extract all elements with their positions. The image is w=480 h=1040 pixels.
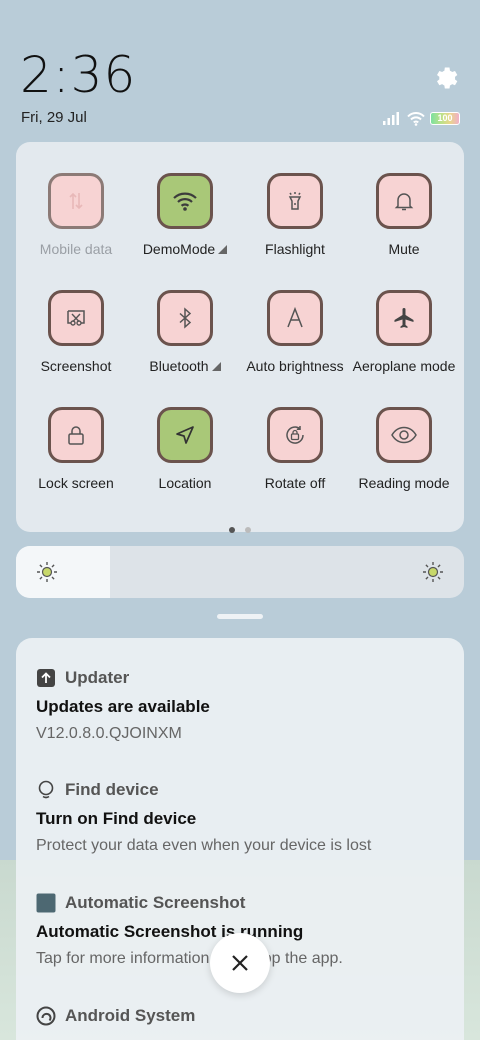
tile-bluetooth[interactable]: Bluetooth <box>130 290 240 374</box>
tile-label: Lock screen <box>38 475 114 491</box>
brightness-low-icon <box>37 562 57 582</box>
tile-rotate-off[interactable]: Rotate off <box>240 407 350 491</box>
lock-icon <box>68 426 84 445</box>
status-icons: 100 <box>382 110 460 126</box>
tile-location[interactable]: Location <box>130 407 240 491</box>
location-arrow-icon <box>176 426 194 444</box>
tile-button[interactable] <box>267 173 323 229</box>
tile-label: Aeroplane mode <box>352 358 456 374</box>
brightness-slider[interactable] <box>16 546 464 598</box>
notification-title: Updates are available <box>36 697 210 716</box>
tile-label: Location <box>158 475 212 491</box>
tile-label: Bluetooth <box>130 358 240 374</box>
wifi-icon <box>173 192 197 211</box>
expand-triangle-icon <box>211 362 221 371</box>
drag-handle[interactable] <box>217 614 263 619</box>
notification-text: V12.0.8.0.QJOINXM <box>36 725 182 742</box>
screenshot-icon <box>67 310 85 326</box>
notification-app-name: Find device <box>65 780 159 799</box>
tile-button[interactable] <box>376 407 432 463</box>
notification-text: Protect your data even when your device … <box>36 837 372 854</box>
gear-icon[interactable] <box>432 64 460 92</box>
brightness-high-icon <box>423 562 443 582</box>
flashlight-icon <box>288 192 302 210</box>
auto-brightness-icon <box>287 306 303 328</box>
notification-title: Turn on Find device <box>36 809 197 828</box>
tile-button[interactable] <box>157 290 213 346</box>
tile-button[interactable] <box>157 407 213 463</box>
notification-header: Find device <box>36 778 456 802</box>
notification-app-name: Automatic Screenshot <box>65 893 246 912</box>
tile-auto-brightness[interactable]: Auto brightness <box>240 290 350 374</box>
tile-label: Flashlight <box>265 241 325 257</box>
tile-button[interactable] <box>157 173 213 229</box>
find-device-icon <box>38 780 54 799</box>
notification-header: Updater <box>36 666 456 690</box>
notification-app-name: Updater <box>65 668 130 687</box>
tile-label: Reading mode <box>358 475 450 491</box>
tile-mute[interactable]: Mute <box>349 173 459 257</box>
tile-label: Screenshot <box>40 358 112 374</box>
signal-icon <box>383 112 399 125</box>
battery-indicator: 100 <box>430 111 460 125</box>
notification-find-device[interactable]: Find device Turn on Find device Protect … <box>36 778 456 855</box>
expand-triangle-icon <box>218 245 228 254</box>
clear-notifications-button[interactable] <box>210 933 270 993</box>
android-system-icon <box>36 1006 56 1026</box>
tile-button[interactable] <box>48 173 104 229</box>
page-dot-2[interactable] <box>245 527 251 533</box>
clock: 2:36 <box>20 46 137 104</box>
notification-app-name: Android System <box>65 1006 196 1025</box>
tile-button[interactable] <box>376 173 432 229</box>
tile-lock-screen[interactable]: Lock screen <box>21 407 131 491</box>
wifi-status-icon <box>407 111 425 126</box>
tile-mobile-data[interactable]: Mobile data <box>21 173 131 257</box>
page-dot-1[interactable] <box>229 527 235 533</box>
notification-android-system[interactable]: Android System <box>36 1004 456 1028</box>
quick-settings-panel: Mobile data DemoMode Flashlight Mute Scr… <box>16 142 464 533</box>
tile-button[interactable] <box>267 407 323 463</box>
close-icon <box>232 955 248 971</box>
tile-label: Rotate off <box>264 475 326 491</box>
tile-button[interactable] <box>267 290 323 346</box>
brightness-fill[interactable] <box>16 546 111 598</box>
tile-label: Auto brightness <box>246 358 344 374</box>
bell-icon <box>394 193 414 211</box>
tile-flashlight[interactable]: Flashlight <box>240 173 350 257</box>
mobile-data-icon <box>69 192 83 210</box>
airplane-icon <box>394 308 414 328</box>
page-indicator <box>16 520 464 538</box>
notification-header: Automatic Screenshot <box>36 891 456 915</box>
tile-aeroplane-mode[interactable]: Aeroplane mode <box>349 290 459 374</box>
date: Fri, 29 Jul <box>21 109 87 126</box>
screenshot-app-icon <box>36 893 56 913</box>
tile-button[interactable] <box>376 290 432 346</box>
tile-button[interactable] <box>48 407 104 463</box>
tile-label: Mute <box>388 241 420 257</box>
eye-icon <box>391 426 417 444</box>
updater-icon <box>37 669 55 687</box>
tile-label: DemoMode <box>130 241 240 257</box>
notification-header: Android System <box>36 1004 456 1028</box>
notification-updater[interactable]: Updater Updates are available V12.0.8.0.… <box>36 666 456 743</box>
tile-label: Mobile data <box>39 241 113 257</box>
tile-reading-mode[interactable]: Reading mode <box>349 407 459 491</box>
bluetooth-icon <box>179 307 192 329</box>
tile-button[interactable] <box>48 290 104 346</box>
tile-screenshot[interactable]: Screenshot <box>21 290 131 374</box>
rotate-lock-icon <box>286 426 304 444</box>
tile-demomode[interactable]: DemoMode <box>130 173 240 257</box>
